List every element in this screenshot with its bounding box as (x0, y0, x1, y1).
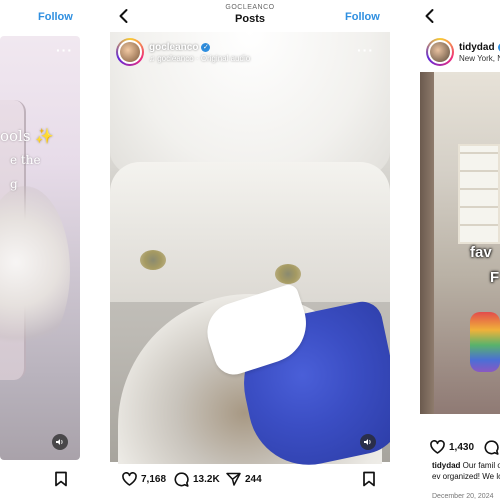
window-image (458, 144, 500, 244)
comment-icon (174, 472, 189, 487)
caption-username[interactable]: tidydad (432, 461, 460, 470)
video-frame[interactable]: ··· ools ✨ e the g (0, 36, 80, 460)
video-frame[interactable] (110, 32, 390, 476)
video-sticker-text: F (490, 269, 500, 286)
post-panel-center: GOCLEANCO Posts Follow gocleanco ✓ ♫ goc… (110, 0, 390, 500)
video-frame[interactable]: fav F (420, 72, 500, 414)
post-header: tidydad ✓ New York, N (426, 38, 500, 66)
share-button[interactable]: 244 (226, 472, 262, 486)
avatar[interactable] (426, 38, 454, 66)
post-panel-left: Follow ··· ools ✨ e the g (0, 0, 82, 500)
username-row[interactable]: gocleanco ✓ (149, 42, 250, 53)
avatar[interactable] (116, 38, 144, 66)
like-button[interactable]: 1,430 (430, 440, 474, 454)
username-row[interactable]: tidydad ✓ (459, 42, 500, 53)
account-handle-header: GOCLEANCO (225, 4, 275, 11)
caption-line-1: ools ✨ (0, 127, 55, 145)
door-image (420, 72, 434, 414)
heart-icon (122, 472, 137, 486)
send-icon (226, 472, 241, 486)
follow-button[interactable]: Follow (345, 11, 380, 23)
post-panel-right: tidydad ✓ New York, N fav F 1,430 tidyda… (416, 0, 500, 500)
caption-line-2: e the (10, 153, 41, 167)
comment-icon[interactable] (484, 440, 499, 455)
post-header: gocleanco ✓ ♫ gocleanco · Original audio (116, 38, 250, 66)
top-bar: Follow (0, 0, 82, 32)
steam-image (0, 186, 70, 356)
action-bar: 7,168 13.2K 244 (110, 462, 390, 500)
bookmark-icon[interactable] (362, 471, 376, 487)
bookmark-icon[interactable] (54, 471, 68, 487)
share-count: 244 (245, 473, 262, 485)
video-caption: ools ✨ e the g (0, 124, 54, 196)
hinge-bolt-image (275, 264, 301, 284)
hinge-bolt-image (140, 250, 166, 270)
like-count: 1,430 (449, 441, 475, 453)
comment-count: 13.2K (193, 474, 220, 485)
speaker-icon[interactable] (360, 434, 376, 450)
username[interactable]: gocleanco (149, 42, 198, 53)
heart-icon (430, 440, 445, 454)
post-date: December 20, 2024 (432, 493, 494, 500)
post-author: gocleanco ✓ ♫ gocleanco · Original audio (149, 42, 250, 63)
chevron-left-icon[interactable] (422, 8, 438, 24)
video-sticker-text: fav (470, 244, 492, 261)
caption-line-3: g (10, 177, 18, 191)
top-bar (416, 0, 500, 32)
comment-button[interactable]: 13.2K (174, 472, 220, 487)
audio-text[interactable]: gocleanco · Original audio (157, 54, 250, 63)
location-text[interactable]: New York, N (459, 54, 500, 63)
top-bar: GOCLEANCO Posts Follow (110, 0, 390, 32)
post-caption: tidydad Our famil our space is an ev org… (432, 460, 500, 482)
like-count: 7,168 (141, 473, 167, 485)
like-button[interactable]: 7,168 (122, 472, 166, 486)
music-note-icon: ♫ (149, 53, 158, 63)
more-dots-icon[interactable]: ··· (357, 42, 374, 58)
speaker-icon[interactable] (52, 434, 68, 450)
verified-badge-icon: ✓ (201, 42, 211, 52)
action-bar (0, 462, 82, 500)
toys-image (470, 312, 500, 372)
username[interactable]: tidydad (459, 42, 495, 53)
more-dots-icon[interactable]: ··· (56, 42, 73, 58)
post-author: tidydad ✓ New York, N (459, 42, 500, 63)
audio-line[interactable]: ♫ gocleanco · Original audio (149, 54, 250, 63)
follow-button[interactable]: Follow (38, 11, 73, 23)
toilet-rim-image (110, 162, 390, 302)
